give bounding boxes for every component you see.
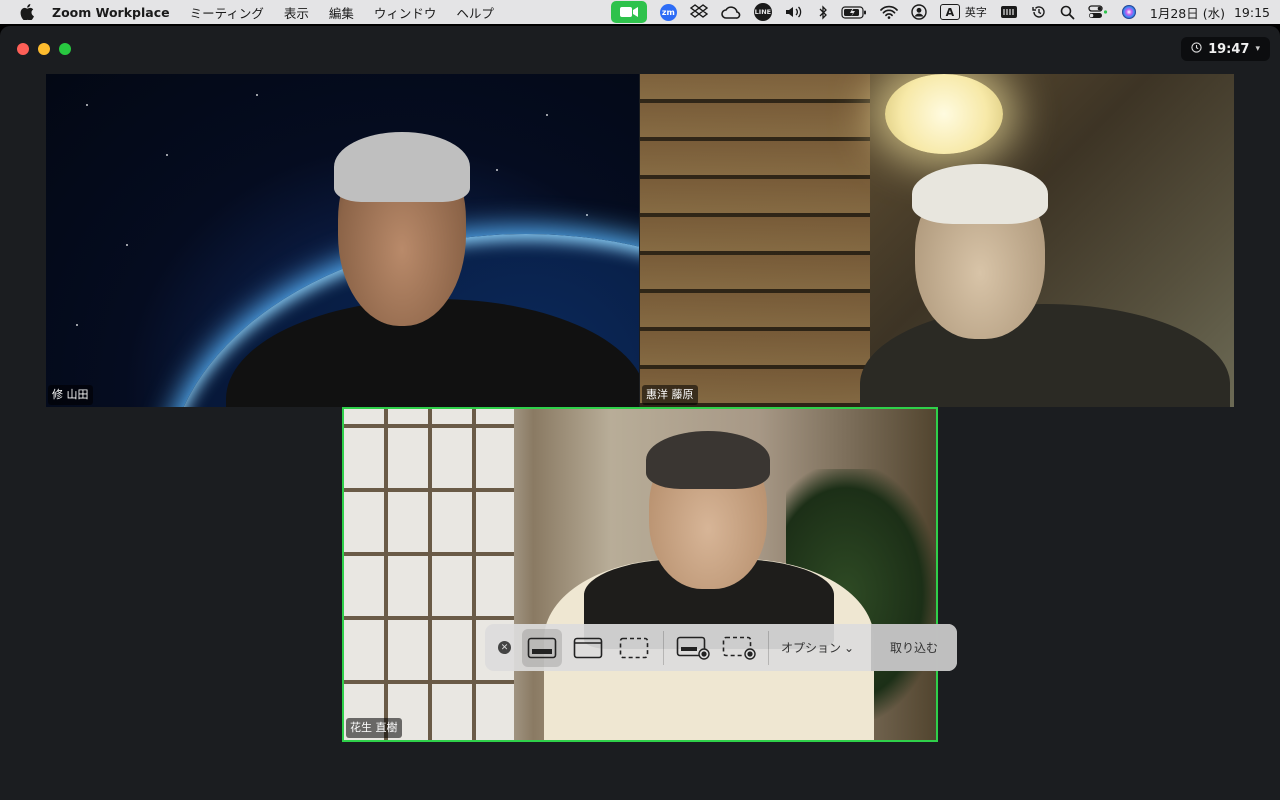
lamp-background [885, 74, 1003, 154]
dropbox-icon[interactable] [689, 0, 708, 24]
chevron-down-icon: ▾ [1255, 44, 1260, 54]
zoom-meeting-window: 19:47 ▾ 修 山田 惠洋 藤原 花生 直樹 [0, 26, 1280, 800]
video-tile[interactable]: 修 山田 [46, 74, 639, 407]
menu-bar: Zoom Workplace ミーティング 表示 編集 ウィンドウ ヘルプ zm… [0, 0, 1280, 24]
shoji-screen-background [344, 409, 514, 740]
user-account-icon[interactable] [911, 0, 927, 24]
zoom-video-status-icon[interactable] [610, 1, 647, 23]
keyboard-icon[interactable] [1000, 0, 1018, 24]
toolbar-divider [768, 630, 769, 665]
capture-button[interactable]: 取り込む [871, 624, 957, 671]
menu-meeting[interactable]: ミーティング [190, 3, 264, 22]
active-speaker-video-tile[interactable]: 花生 直樹 [342, 407, 938, 742]
menu-window[interactable]: ウィンドウ [374, 3, 437, 22]
siri-icon[interactable] [1121, 0, 1137, 24]
time-machine-icon[interactable] [1031, 0, 1047, 24]
wifi-icon[interactable] [880, 0, 898, 24]
fullscreen-window-button[interactable] [59, 43, 71, 55]
close-icon[interactable]: ✕ [498, 641, 511, 654]
menu-edit[interactable]: 編集 [329, 3, 354, 22]
window-controls [17, 43, 71, 55]
toolbar-divider [663, 630, 664, 665]
creative-cloud-icon[interactable] [721, 0, 741, 24]
meeting-timer-value: 19:47 [1208, 41, 1250, 57]
star [586, 214, 588, 216]
bookshelf-background [640, 74, 870, 407]
participant-hair [646, 431, 770, 489]
status-area: zm LINE A 英字 1月28日 (水) 19:15 [610, 0, 1270, 24]
star [76, 324, 78, 326]
input-source-icon[interactable]: A [939, 4, 960, 20]
chevron-down-icon: ⌄ [844, 640, 855, 655]
participant-name: 花生 直樹 [346, 718, 402, 738]
star [496, 169, 498, 171]
participant-hair [334, 132, 470, 202]
battery-charging-icon[interactable] [841, 0, 867, 24]
control-center-icon[interactable] [1088, 0, 1108, 24]
menu-view[interactable]: 表示 [284, 3, 309, 22]
meeting-timer[interactable]: 19:47 ▾ [1181, 37, 1270, 61]
capture-window-button[interactable] [568, 629, 608, 667]
minimize-window-button[interactable] [38, 43, 50, 55]
app-name-menu[interactable]: Zoom Workplace [52, 5, 170, 20]
participant-hair [912, 164, 1048, 224]
clock-icon [1191, 41, 1202, 57]
star [166, 154, 168, 156]
capture-entire-screen-button[interactable] [522, 628, 562, 667]
line-app-icon[interactable]: LINE [753, 0, 772, 24]
input-source-label[interactable]: 英字 [965, 0, 987, 24]
record-selection-button[interactable] [719, 629, 759, 667]
menubar-clock[interactable]: 19:15 [1234, 5, 1270, 20]
star [546, 114, 548, 116]
menubar-date[interactable]: 1月28日 (水) [1150, 3, 1225, 22]
participant-name: 惠洋 藤原 [642, 385, 698, 405]
star [256, 94, 258, 96]
close-window-button[interactable] [17, 43, 29, 55]
participant-name: 修 山田 [48, 385, 93, 405]
screenshot-toolbar: ✕ オプション ⌄ 取り込む [485, 624, 957, 671]
record-entire-screen-button[interactable] [673, 629, 713, 667]
star [86, 104, 88, 106]
options-label: オプション [781, 641, 842, 655]
volume-icon[interactable] [785, 0, 805, 24]
apple-icon[interactable] [12, 4, 42, 20]
participant-body [860, 304, 1230, 407]
star [126, 244, 128, 246]
options-dropdown[interactable]: オプション ⌄ [781, 639, 854, 656]
spotlight-search-icon[interactable] [1060, 0, 1075, 24]
video-tile[interactable]: 惠洋 藤原 [640, 74, 1234, 407]
capture-selection-button[interactable] [614, 629, 654, 667]
bluetooth-icon[interactable] [818, 0, 828, 24]
menu-help[interactable]: ヘルプ [456, 3, 494, 22]
zoom-app-icon[interactable]: zm [659, 0, 677, 24]
